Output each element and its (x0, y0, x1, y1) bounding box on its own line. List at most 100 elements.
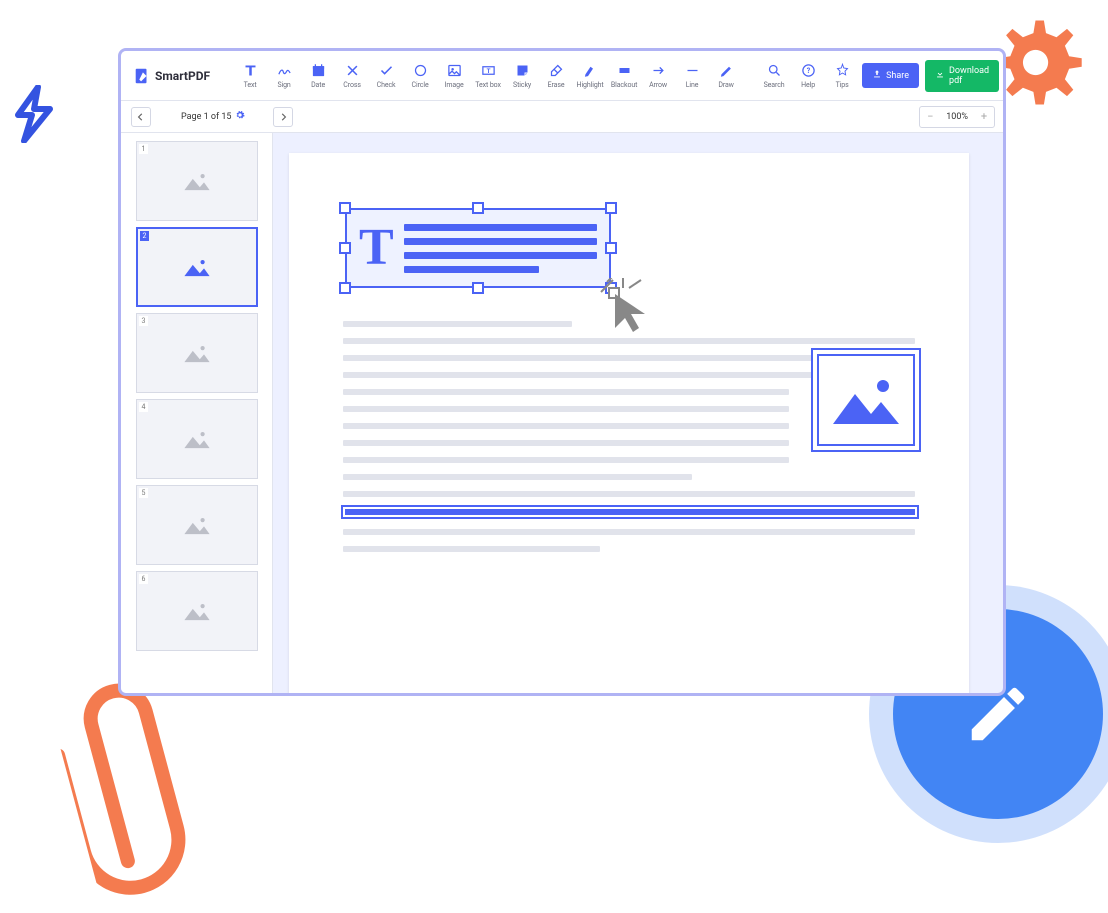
resize-handle-tl[interactable] (339, 202, 351, 214)
help-tools: Search? Help Tips (754, 56, 862, 96)
tool-label: Help (801, 81, 815, 89)
share-button[interactable]: Share (862, 63, 919, 88)
tool-label: Circle (412, 81, 429, 89)
tool-blackout[interactable]: Blackout (608, 56, 640, 96)
resize-handle-br[interactable] (605, 282, 617, 294)
logo-icon (133, 67, 151, 85)
share-icon (872, 69, 882, 82)
page-number: 5 (139, 488, 149, 498)
toolbar: SmartPDF Text Sign Date Cross Check Circle Ima… (121, 51, 1003, 101)
tool-label: Sign (277, 81, 290, 89)
tool-arrow[interactable]: Arrow (642, 56, 674, 96)
tool-highlight[interactable]: Highlight (574, 56, 606, 96)
prev-page-button[interactable] (131, 107, 151, 127)
tool-label: Line (686, 81, 699, 89)
selected-line[interactable] (341, 505, 919, 519)
help-icon: ? (800, 63, 816, 79)
zoom-control: − 100% + (919, 106, 995, 128)
tool-label: Draw (718, 81, 734, 89)
zoom-value: 100% (940, 112, 974, 122)
resize-handle-mr[interactable] (605, 242, 617, 254)
app-window: SmartPDF Text Sign Date Cross Check Circle Ima… (118, 48, 1006, 696)
tool-draw[interactable]: Draw (710, 56, 742, 96)
resize-handle-bm[interactable] (472, 282, 484, 294)
resize-handle-ml[interactable] (339, 242, 351, 254)
thumbnail-page-5[interactable]: 5 (136, 485, 258, 565)
app-logo: SmartPDF (129, 67, 222, 85)
tool-label: Sticky (513, 81, 531, 89)
tool-label: Date (311, 81, 325, 89)
tips-icon (834, 63, 850, 79)
svg-text:?: ? (806, 67, 810, 75)
tool-label: Text box (475, 81, 501, 89)
tool-line[interactable]: Line (676, 56, 708, 96)
download-icon (935, 69, 945, 82)
tool-label: Text (244, 81, 257, 89)
image-placeholder[interactable] (811, 348, 921, 452)
zoom-in-button[interactable]: + (974, 107, 994, 127)
thumbnail-page-3[interactable]: 3 (136, 313, 258, 393)
tool-image[interactable]: Image (438, 56, 470, 96)
lightning-decoration (10, 85, 56, 143)
resize-handle-bl[interactable] (339, 282, 351, 294)
tool-sign[interactable]: Sign (268, 56, 300, 96)
share-label: Share (886, 71, 909, 81)
blackout-icon (616, 63, 632, 79)
tool-erase[interactable]: Erase (540, 56, 572, 96)
page-indicator-text: Page 1 of 15 (181, 112, 231, 122)
resize-handle-tm[interactable] (472, 202, 484, 214)
tool-textbox[interactable]: TText box (472, 56, 504, 96)
tool-label: Search (764, 81, 785, 89)
next-page-button[interactable] (273, 107, 293, 127)
tool-label: Highlight (577, 81, 604, 89)
thumbnail-page-4[interactable]: 4 (136, 399, 258, 479)
page-number: 3 (139, 316, 149, 326)
page-indicator: Page 1 of 15 (181, 110, 245, 123)
tool-check[interactable]: Check (370, 56, 402, 96)
image-icon (446, 63, 462, 79)
thumbnail-page-2[interactable]: 2 (136, 227, 258, 307)
tool-text[interactable]: Text (234, 56, 266, 96)
navigation-bar: Page 1 of 15 − 100% + (121, 101, 1003, 133)
textbox-selection[interactable]: T (345, 208, 611, 288)
tool-label: Blackout (611, 81, 637, 89)
edit-tools: Text Sign Date Cross Check Circle Image TText b… (230, 56, 746, 96)
tool-label: Tips (836, 81, 849, 89)
search-icon (766, 63, 782, 79)
highlight-icon (582, 63, 598, 79)
tool-label: Image (445, 81, 464, 89)
tool-tips[interactable]: Tips (826, 56, 858, 96)
tool-label: Erase (548, 81, 565, 89)
textbox-content[interactable]: T (345, 208, 611, 288)
sign-icon (276, 63, 292, 79)
body: 1 2 3 4 5 6 T (121, 133, 1003, 693)
download-label: Download pdf (949, 66, 989, 86)
tool-date[interactable]: Date (302, 56, 334, 96)
page-settings-icon[interactable] (235, 110, 245, 123)
textbox-letter: T (359, 222, 394, 274)
check-icon (378, 63, 394, 79)
download-button[interactable]: Download pdf (925, 60, 999, 92)
thumbnail-page-6[interactable]: 6 (136, 571, 258, 651)
page-number: 6 (139, 574, 149, 584)
page-number: 4 (139, 402, 149, 412)
tool-cross[interactable]: Cross (336, 56, 368, 96)
tool-sticky[interactable]: Sticky (506, 56, 538, 96)
document-page[interactable]: T (289, 153, 969, 693)
tool-label: Cross (343, 81, 361, 89)
resize-handle-tr[interactable] (605, 202, 617, 214)
sticky-icon (514, 63, 530, 79)
tool-help[interactable]: ? Help (792, 56, 824, 96)
text-icon (242, 63, 258, 79)
arrow-icon (650, 63, 666, 79)
tool-circle[interactable]: Circle (404, 56, 436, 96)
textbox-lines (404, 224, 597, 273)
date-icon (310, 63, 326, 79)
thumbnail-page-1[interactable]: 1 (136, 141, 258, 221)
zoom-out-button[interactable]: − (920, 107, 940, 127)
page-number: 1 (139, 144, 149, 154)
thumbnail-panel: 1 2 3 4 5 6 (121, 133, 273, 693)
line-icon (684, 63, 700, 79)
tool-search[interactable]: Search (758, 56, 790, 96)
app-name: SmartPDF (155, 69, 210, 83)
